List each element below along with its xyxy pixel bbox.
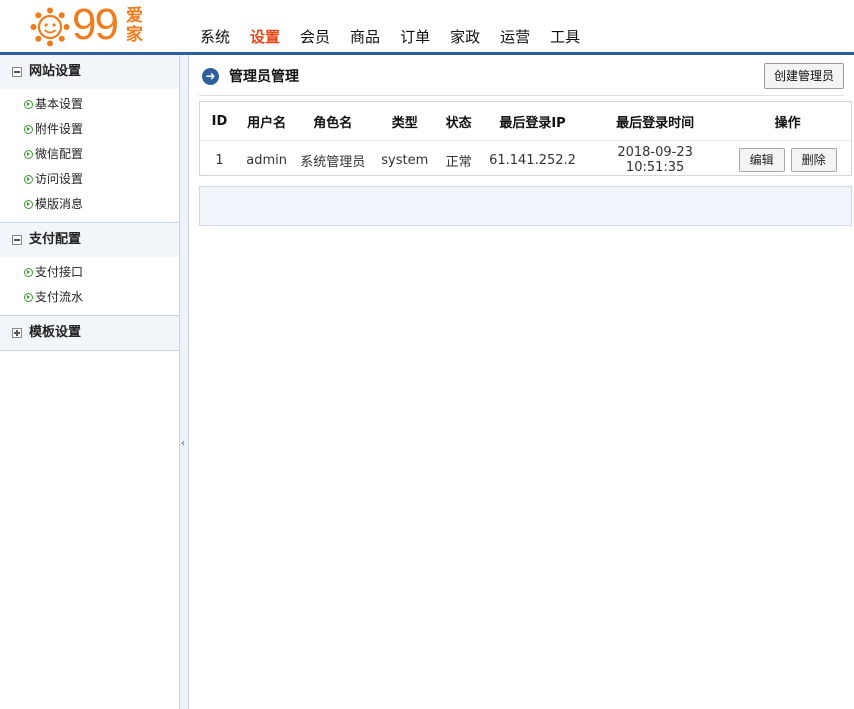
nav-item-3[interactable]: 商品 <box>350 26 380 48</box>
admin-table-container: ID 用户名 角色名 类型 状态 最后登录IP 最后登录时间 操作 1 admin 系统管理员 sy… <box>199 101 852 179</box>
nav-item-2[interactable]: 会员 <box>300 26 330 48</box>
sidebar-item-label: 支付接口 <box>35 265 84 279</box>
cell-type: system <box>371 140 439 179</box>
delete-button[interactable]: 删除 <box>790 148 837 172</box>
cell-last-time: 2018-09-23 10:51:35 <box>586 140 725 179</box>
expand-plus-icon[interactable] <box>12 328 22 338</box>
column-header: 类型 <box>371 102 439 141</box>
nav-item-7[interactable]: 工具 <box>550 26 580 48</box>
sidebar-item[interactable]: 支付接口 <box>0 260 179 285</box>
sidebar-sub-list: 基本设置附件设置微信配置访问设置模版消息 <box>0 89 179 222</box>
sidebar-item[interactable]: 支付流水 <box>0 285 179 310</box>
sidebar-divider <box>0 350 179 351</box>
table-header-row: ID 用户名 角色名 类型 状态 最后登录IP 最后登录时间 操作 <box>200 102 851 141</box>
admin-table: ID 用户名 角色名 类型 状态 最后登录IP 最后登录时间 操作 1 admin 系统管理员 sy… <box>200 102 851 179</box>
column-header: 最后登录时间 <box>586 102 725 141</box>
page-title-bar: ➜ 管理员管理 创建管理员 <box>199 61 844 96</box>
sidebar-group-1[interactable]: 支付配置 <box>0 223 179 257</box>
arrow-right-circle-icon: ➜ <box>202 68 219 85</box>
sidebar-item[interactable]: 附件设置 <box>0 117 179 142</box>
sidebar-item[interactable]: 微信配置 <box>0 142 179 167</box>
arrow-bullet-icon <box>24 150 33 159</box>
arrow-bullet-icon <box>24 175 33 184</box>
sidebar-group-title: 支付配置 <box>29 232 82 247</box>
sidebar-item-label: 访问设置 <box>35 172 84 186</box>
cell-actions: 编辑 删除 <box>724 140 851 179</box>
nav-item-6[interactable]: 运营 <box>500 26 530 48</box>
collapse-minus-icon[interactable] <box>12 235 22 245</box>
arrow-bullet-icon <box>24 268 33 277</box>
logo-text: 爱家 <box>126 6 143 45</box>
column-header: 用户名 <box>238 102 295 141</box>
nav-item-4[interactable]: 订单 <box>400 26 430 48</box>
arrow-bullet-icon <box>24 200 33 209</box>
sidebar-item[interactable]: 基本设置 <box>0 92 179 117</box>
sidebar-item[interactable]: 模版消息 <box>0 192 179 217</box>
nav-item-1[interactable]: 设置 <box>250 26 280 48</box>
cell-id: 1 <box>200 140 239 179</box>
sidebar-item-label: 微信配置 <box>35 147 84 161</box>
cell-username: admin <box>238 140 295 179</box>
sun-logo-icon <box>30 7 70 47</box>
column-header: 最后登录IP <box>478 102 587 141</box>
sidebar-sub-list: 支付接口 支付流水 <box>0 257 179 315</box>
sidebar: 网站设置基本设置附件设置微信配置访问设置模版消息支付配置支付接口支付流水模板设置 <box>0 55 180 709</box>
edit-button[interactable]: 编辑 <box>738 148 785 172</box>
sidebar-group-2[interactable]: 模板设置 <box>0 316 179 350</box>
logo-number: 99 <box>72 0 119 49</box>
cell-status: 正常 <box>438 140 479 179</box>
column-header: 角色名 <box>294 102 372 141</box>
column-header: 状态 <box>438 102 479 141</box>
main-content: ➜ 管理员管理 创建管理员 ID 用户名 角色名 类型 状态 最后登录IP 最后登录时间 操作… <box>189 55 854 709</box>
table-footer-bar <box>199 186 852 226</box>
sidebar-splitter[interactable]: ‹ <box>180 55 189 709</box>
top-header: 99 爱家 系统 设置 会员 商品 订单 家政 运营 工具 <box>0 0 854 53</box>
collapse-arrow-icon[interactable]: ‹ <box>181 438 185 449</box>
page-title: 管理员管理 <box>229 69 299 85</box>
collapse-minus-icon[interactable] <box>12 67 22 77</box>
nav-item-0[interactable]: 系统 <box>200 26 230 48</box>
sidebar-item[interactable]: 访问设置 <box>0 167 179 192</box>
sidebar-group-title: 模板设置 <box>29 325 82 340</box>
table-row: 1 admin 系统管理员 system 正常 61.141.252.2 2018-09-2… <box>200 140 851 179</box>
arrow-bullet-icon <box>24 293 33 302</box>
column-header: 操作 <box>724 102 851 141</box>
logo[interactable]: 99 爱家 <box>30 0 150 49</box>
sidebar-group-title: 网站设置 <box>29 64 82 79</box>
column-header: ID <box>200 102 239 141</box>
cell-last-ip: 61.141.252.2 <box>478 140 587 179</box>
arrow-bullet-icon <box>24 100 33 109</box>
sidebar-item-label: 基本设置 <box>35 97 84 111</box>
create-admin-button[interactable]: 创建管理员 <box>763 63 844 89</box>
nav-item-5[interactable]: 家政 <box>450 26 480 48</box>
top-nav: 系统 设置 会员 商品 订单 家政 运营 工具 <box>190 26 590 48</box>
sidebar-item-label: 附件设置 <box>35 122 84 136</box>
sidebar-item-label: 模版消息 <box>35 197 84 211</box>
sidebar-group-0[interactable]: 网站设置 <box>0 55 179 89</box>
sidebar-item-label: 支付流水 <box>35 290 84 304</box>
cell-role: 系统管理员 <box>294 140 372 179</box>
arrow-bullet-icon <box>24 125 33 134</box>
